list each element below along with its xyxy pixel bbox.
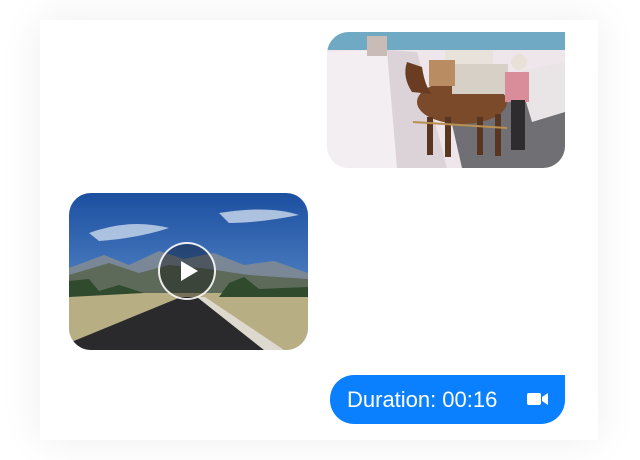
duration-value: 00:16 (442, 386, 498, 412)
photo-message[interactable] (327, 32, 565, 168)
mule-photo (327, 32, 565, 168)
video-message[interactable] (69, 193, 308, 350)
video-camera-icon (527, 393, 548, 405)
video-duration-bubble: Duration: 00:16 (330, 375, 565, 424)
duration-label: Duration: (347, 386, 437, 412)
play-button[interactable] (158, 242, 216, 300)
play-icon (181, 261, 198, 281)
